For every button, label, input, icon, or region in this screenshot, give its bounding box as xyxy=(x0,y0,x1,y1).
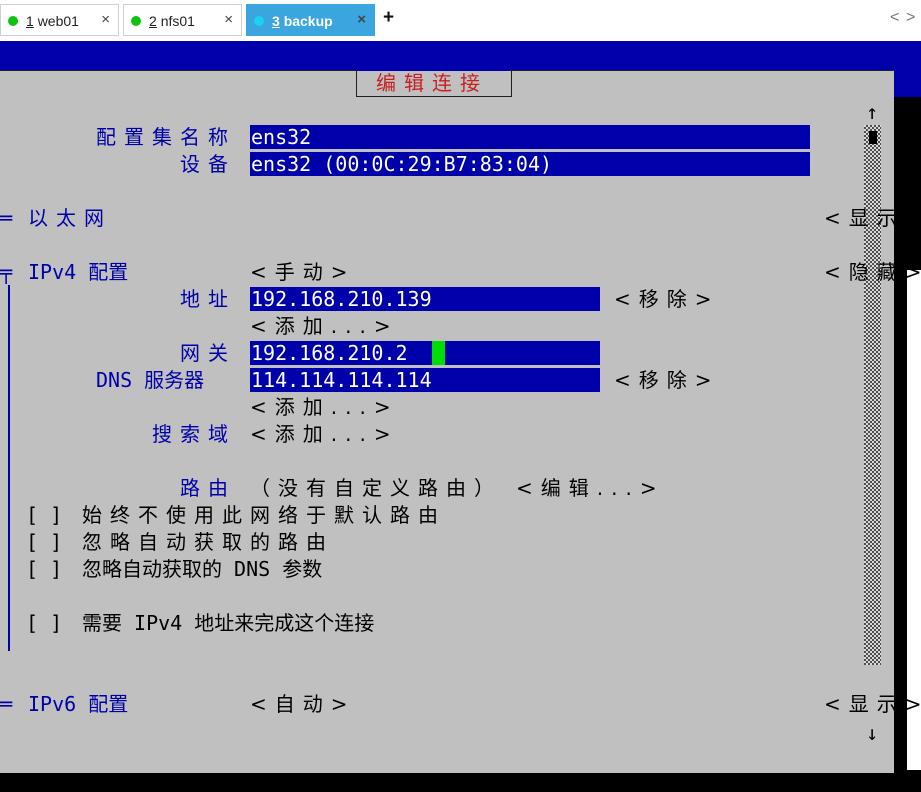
ipv4-method-dropdown[interactable]: <手动> xyxy=(250,259,356,285)
dialog-title: 编辑连接 xyxy=(376,71,488,95)
ipv4-label-text: IPv4 配置 xyxy=(28,260,129,284)
close-icon[interactable]: × xyxy=(101,11,110,28)
never-default-checkbox[interactable]: [ ] xyxy=(26,502,62,528)
profile-name-label: 配置集名称 xyxy=(96,125,236,149)
require-ipv4-label: 需要 IPv4 地址来完成这个连接 xyxy=(82,611,375,635)
tab-bar: 1 web01 × 2 nfs01 × 3 backup × + < > xyxy=(0,0,921,42)
ipv4-label: IPv4 配置 xyxy=(28,259,128,285)
new-tab-button[interactable]: + xyxy=(383,7,394,29)
dns-label-text: DNS 服务器 xyxy=(96,368,205,392)
add-address-button[interactable]: <添加...> xyxy=(250,313,399,339)
ipv6-show-button[interactable]: <显示> xyxy=(824,691,921,717)
routing-label: 路由 xyxy=(180,476,236,500)
ignore-dns-checkbox[interactable]: [ ] xyxy=(26,556,62,582)
scroll-up-icon[interactable]: ↑ xyxy=(866,99,878,125)
section-bracket xyxy=(8,285,10,651)
gateway-value: 192.168.210.2 xyxy=(251,341,408,365)
tab-number: 2 xyxy=(149,13,157,29)
search-domain-label: 搜索域 xyxy=(152,422,236,446)
scrollbar-thumb[interactable] xyxy=(869,131,877,144)
require-ipv4-checkbox[interactable]: [ ] xyxy=(26,610,62,636)
edit-connection-dialog xyxy=(0,71,894,773)
address-label: 地址 xyxy=(180,287,236,311)
status-dot-icon xyxy=(131,16,141,26)
profile-name-value: ens32 xyxy=(251,125,312,149)
ipv6-method-dropdown[interactable]: <自动> xyxy=(250,691,356,717)
terminal-background-edge xyxy=(894,71,921,97)
dns-input[interactable]: 114.114.114.114 xyxy=(250,368,600,392)
section-marker: ═ xyxy=(0,206,13,230)
address-value: 192.168.210.139 xyxy=(251,287,432,311)
ipv6-label: IPv6 配置 xyxy=(28,691,128,717)
routing-edit-button[interactable]: <编辑...> xyxy=(516,475,665,501)
tab-web01[interactable]: 1 web01 × xyxy=(0,4,119,36)
device-input[interactable]: ens32 (00:0C:29:B7:83:04) xyxy=(250,152,810,176)
dns-value: 114.114.114.114 xyxy=(251,368,432,392)
close-icon[interactable]: × xyxy=(357,11,366,28)
gateway-label: 网关 xyxy=(180,341,236,365)
section-marker: ═ xyxy=(0,692,13,716)
tab-label: nfs01 xyxy=(160,13,195,29)
scroll-down-icon[interactable]: ↓ xyxy=(866,720,878,746)
terminal-background xyxy=(0,41,921,71)
dns-label: DNS 服务器 xyxy=(96,367,204,393)
section-marker: ╤ xyxy=(0,260,13,284)
remove-address-button[interactable]: <移除> xyxy=(614,286,720,312)
tab-number: 3 xyxy=(272,13,280,29)
tab-label: web01 xyxy=(37,13,79,29)
tab-nfs01[interactable]: 2 nfs01 × xyxy=(123,4,242,36)
tab-number: 1 xyxy=(26,13,34,29)
ipv6-label-text: IPv6 配置 xyxy=(28,692,129,716)
tab-scroll-left-icon[interactable]: < xyxy=(890,9,899,27)
ipv4-hide-button[interactable]: <隐藏> xyxy=(824,259,921,285)
ethernet-label: 以太网 xyxy=(28,206,112,230)
device-value: ens32 (00:0C:29:B7:83:04) xyxy=(251,152,553,176)
ignore-routes-checkbox[interactable]: [ ] xyxy=(26,529,62,555)
close-icon[interactable]: × xyxy=(224,11,233,28)
profile-name-input[interactable]: ens32 xyxy=(250,125,810,149)
ethernet-show-button[interactable]: <显示> xyxy=(824,205,921,231)
routing-value: （没有自定义路由） xyxy=(250,476,502,500)
status-dot-icon xyxy=(254,16,264,26)
address-input[interactable]: 192.168.210.139 xyxy=(250,287,600,311)
tab-backup[interactable]: 3 backup × xyxy=(246,4,375,36)
ignore-dns-label: 忽略自动获取的 DNS 参数 xyxy=(82,557,323,581)
dialog-border xyxy=(510,70,894,71)
status-dot-icon xyxy=(8,16,18,26)
tab-label: backup xyxy=(283,13,333,29)
dialog-border xyxy=(0,70,356,71)
ignore-routes-label: 忽略自动获取的路由 xyxy=(82,530,334,554)
text-cursor xyxy=(432,341,445,365)
remove-dns-button[interactable]: <移除> xyxy=(614,367,720,393)
never-default-label: 始终不使用此网络于默认路由 xyxy=(82,503,446,527)
gateway-input[interactable]: 192.168.210.2 xyxy=(250,341,600,365)
tab-scroll-right-icon[interactable]: > xyxy=(906,9,915,27)
add-search-domain-button[interactable]: <添加...> xyxy=(250,421,399,447)
device-label: 设备 xyxy=(180,152,236,176)
add-dns-button[interactable]: <添加...> xyxy=(250,394,399,420)
dialog-shadow-bottom xyxy=(0,773,894,792)
